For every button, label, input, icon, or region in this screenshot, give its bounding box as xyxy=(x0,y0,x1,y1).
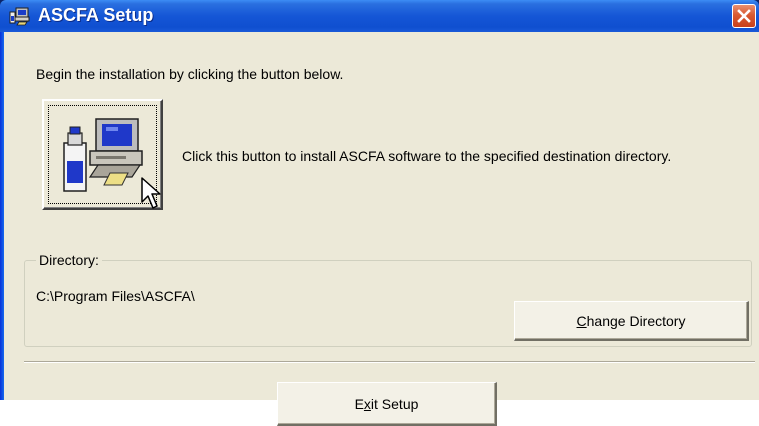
title-bar[interactable]: ASCFA Setup xyxy=(0,0,759,32)
change-directory-button[interactable]: Change Directory xyxy=(514,301,749,341)
separator-line xyxy=(24,361,755,363)
change-directory-label: Change Directory xyxy=(576,312,686,329)
directory-path: C:\Program Files\ASCFA\ xyxy=(36,288,195,304)
install-description: Click this button to install ASCFA softw… xyxy=(182,148,672,164)
window-title: ASCFA Setup xyxy=(38,5,154,25)
setup-window: ASCFA Setup Begin the installation by cl… xyxy=(0,0,759,426)
close-icon xyxy=(737,9,751,23)
exit-setup-button[interactable]: Exit Setup xyxy=(277,382,497,426)
setup-computer-icon xyxy=(9,6,31,26)
exit-setup-label: Exit Setup xyxy=(354,395,419,412)
intro-text: Begin the installation by clicking the b… xyxy=(36,66,344,82)
close-button[interactable] xyxy=(732,4,756,28)
dialog-client-area: Begin the installation by clicking the b… xyxy=(4,32,759,426)
mouse-pointer-icon xyxy=(141,177,161,209)
computer-install-icon xyxy=(63,118,143,192)
directory-label: Directory: xyxy=(36,252,102,268)
